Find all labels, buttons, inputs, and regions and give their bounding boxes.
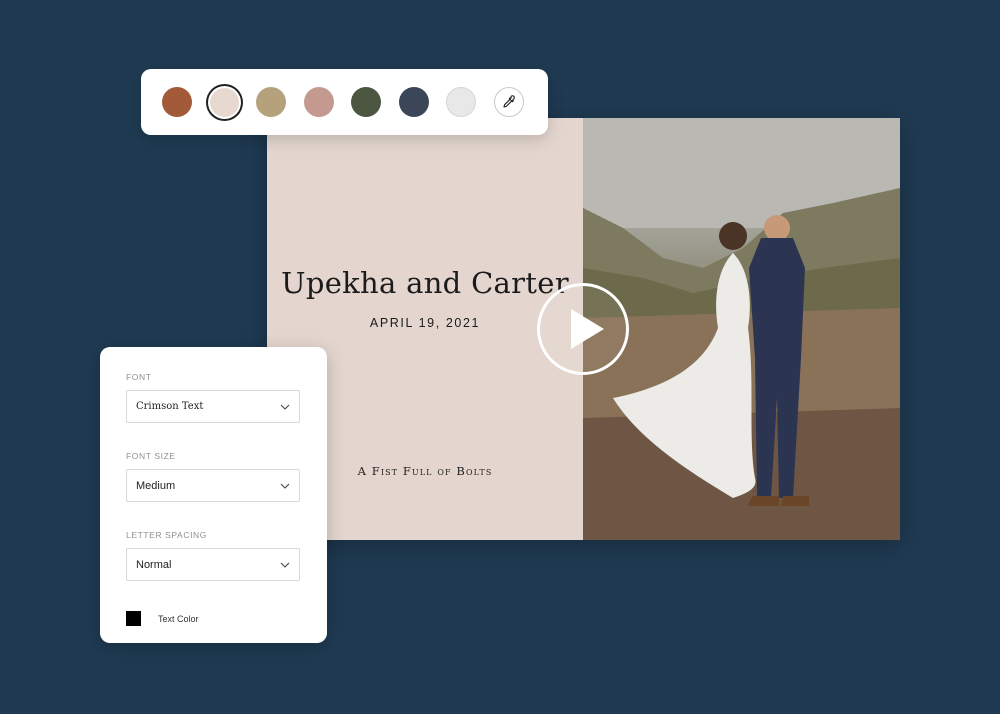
font-select-value: Crimson Text — [136, 401, 204, 412]
chevron-down-icon — [280, 404, 290, 410]
swatch-olive[interactable] — [351, 87, 381, 117]
chevron-down-icon — [280, 483, 290, 489]
font-label: FONT — [126, 372, 152, 382]
font-size-label: FONT SIZE — [126, 451, 176, 461]
text-color-row: Text Color — [126, 611, 300, 626]
couple-title: Upekha and Carter — [281, 266, 569, 300]
color-palette — [141, 69, 548, 135]
text-color-swatch[interactable] — [126, 611, 141, 626]
eyedropper-icon — [502, 95, 515, 108]
chevron-down-icon — [280, 562, 290, 568]
letter-spacing-select-value: Normal — [136, 558, 172, 571]
wedding-date: APRIL 19, 2021 — [369, 316, 481, 330]
swatch-tan[interactable] — [256, 87, 286, 117]
swatch-blush[interactable] — [209, 87, 239, 117]
wedding-photo — [583, 118, 900, 540]
font-size-select-value: Medium — [136, 479, 176, 492]
couple-photo-illustration — [583, 118, 900, 540]
font-select[interactable]: Crimson Text — [126, 390, 300, 423]
font-size-select[interactable]: Medium — [126, 469, 300, 502]
letter-spacing-label: LETTER SPACING — [126, 530, 207, 540]
font-settings-panel: FONT Crimson Text FONT SIZE Medium LETTE… — [100, 347, 327, 643]
play-icon — [570, 309, 604, 349]
swatch-light-gray[interactable] — [446, 87, 476, 117]
eyedropper-button[interactable] — [493, 87, 524, 117]
play-button[interactable] — [537, 283, 629, 375]
swatch-rust[interactable] — [162, 87, 192, 117]
swatch-navy[interactable] — [398, 87, 429, 117]
letter-spacing-select[interactable]: Normal — [126, 548, 300, 581]
text-color-label: Text Color — [158, 613, 199, 624]
swatch-rose[interactable] — [303, 87, 334, 117]
